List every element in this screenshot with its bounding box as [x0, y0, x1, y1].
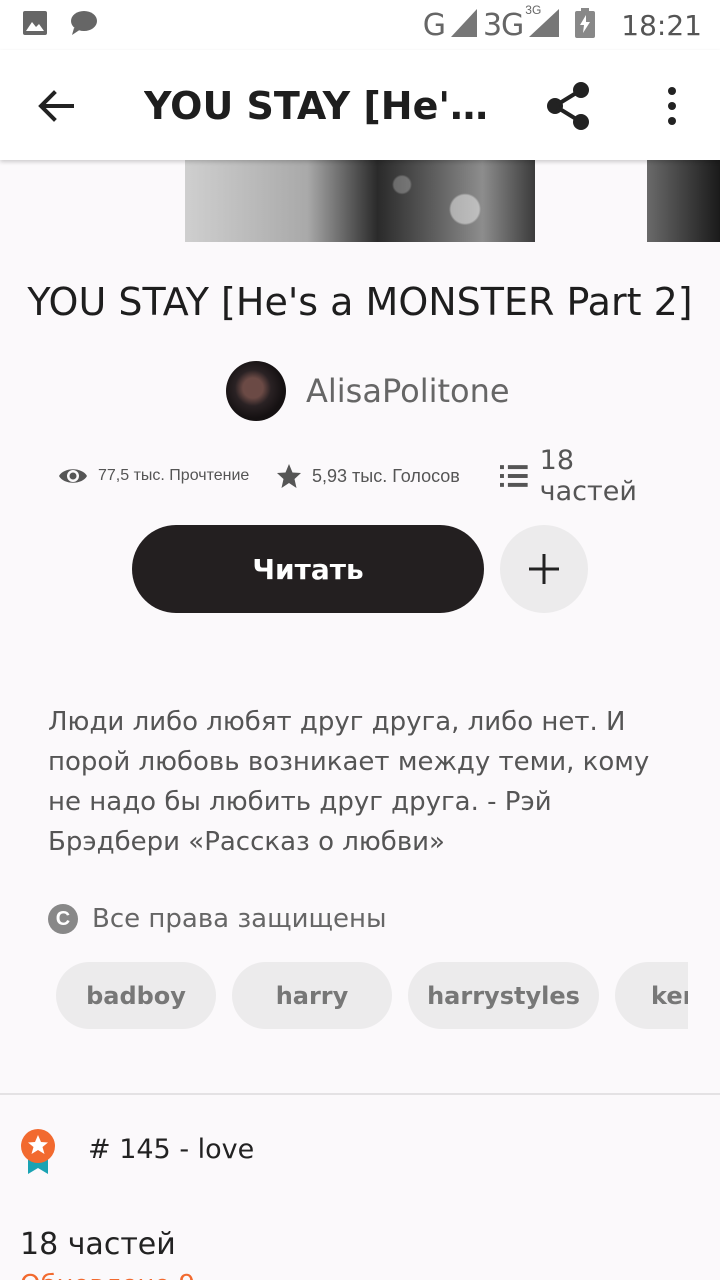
clock: 18:21: [621, 8, 702, 42]
tag-chip[interactable]: harrystyles: [408, 962, 599, 1029]
updated-text: Обновлено 9: [20, 1270, 195, 1280]
views-stat: 77,5 тыс. Прочтение: [58, 456, 249, 496]
author-link[interactable]: AlisaPolitone: [226, 361, 510, 421]
top-app-bar: YOU STAY [He's a MONSTER Part 2]: [0, 50, 720, 160]
views-count: 77,5 тыс. Прочтение: [98, 467, 250, 484]
parts-heading[interactable]: 18 частей: [20, 1227, 176, 1262]
author-name[interactable]: AlisaPolitone: [306, 372, 510, 410]
votes-count: 5,93 тыс. Голосов: [312, 465, 460, 486]
read-button[interactable]: Читать: [132, 525, 484, 613]
share-icon: [547, 82, 589, 130]
parts-stat: 18 частей: [500, 445, 678, 507]
arrow-left-icon: [38, 90, 74, 122]
parts-count: 18 частей: [539, 445, 637, 507]
story-title: YOU STAY [He's a MONSTER Part 2]: [27, 280, 693, 324]
tag-chip[interactable]: ker: [615, 962, 688, 1029]
ranking-text: # 145 - love: [88, 1134, 255, 1165]
tag-chip[interactable]: badboy: [56, 962, 216, 1029]
app-bar-title: YOU STAY [He's a MONSTER Part 2]: [144, 84, 494, 128]
plus-icon: [529, 554, 559, 584]
tag-list: badboy harry harrystyles ker: [56, 962, 688, 1030]
copyright-row: C Все права защищены: [48, 900, 387, 938]
eye-icon: [59, 469, 87, 483]
section-divider: [0, 1093, 720, 1095]
copyright-icon: C: [48, 904, 78, 934]
next-cover-image[interactable]: [647, 160, 720, 242]
add-to-library-button[interactable]: [500, 525, 588, 613]
network-3g-superscript: 3G: [525, 2, 542, 17]
ranking-badge-icon: [21, 1129, 55, 1174]
network-type-label: G: [422, 7, 446, 43]
share-button[interactable]: [540, 78, 596, 134]
ranking-row[interactable]: # 145 - love: [20, 1127, 254, 1177]
battery-charging-icon: [575, 7, 596, 43]
signal-icon: [450, 8, 477, 42]
list-icon: [500, 465, 528, 487]
votes-stat: 5,93 тыс. Голосов: [276, 456, 460, 496]
more-options-button[interactable]: [650, 80, 694, 132]
copyright-text: Все права защищены: [92, 904, 387, 934]
status-bar: G 3G 3G 18:21: [0, 0, 720, 50]
story-description: Люди либо любят друг друга, либо нет. И …: [48, 707, 650, 857]
message-notification-icon: [70, 10, 98, 41]
signal-3g-icon: 3G: [525, 3, 560, 42]
story-stats: 77,5 тыс. Прочтение 5,93 тыс. Голосов 18…: [58, 445, 678, 507]
more-vertical-icon: [668, 87, 676, 125]
gallery-notification-icon: [22, 10, 48, 41]
star-icon: [277, 464, 301, 488]
author-avatar[interactable]: [226, 361, 286, 421]
network-3g-label: 3G: [482, 7, 524, 43]
back-button[interactable]: [30, 80, 82, 132]
tag-chip[interactable]: harry: [232, 962, 392, 1029]
story-cover-image[interactable]: [185, 160, 535, 242]
